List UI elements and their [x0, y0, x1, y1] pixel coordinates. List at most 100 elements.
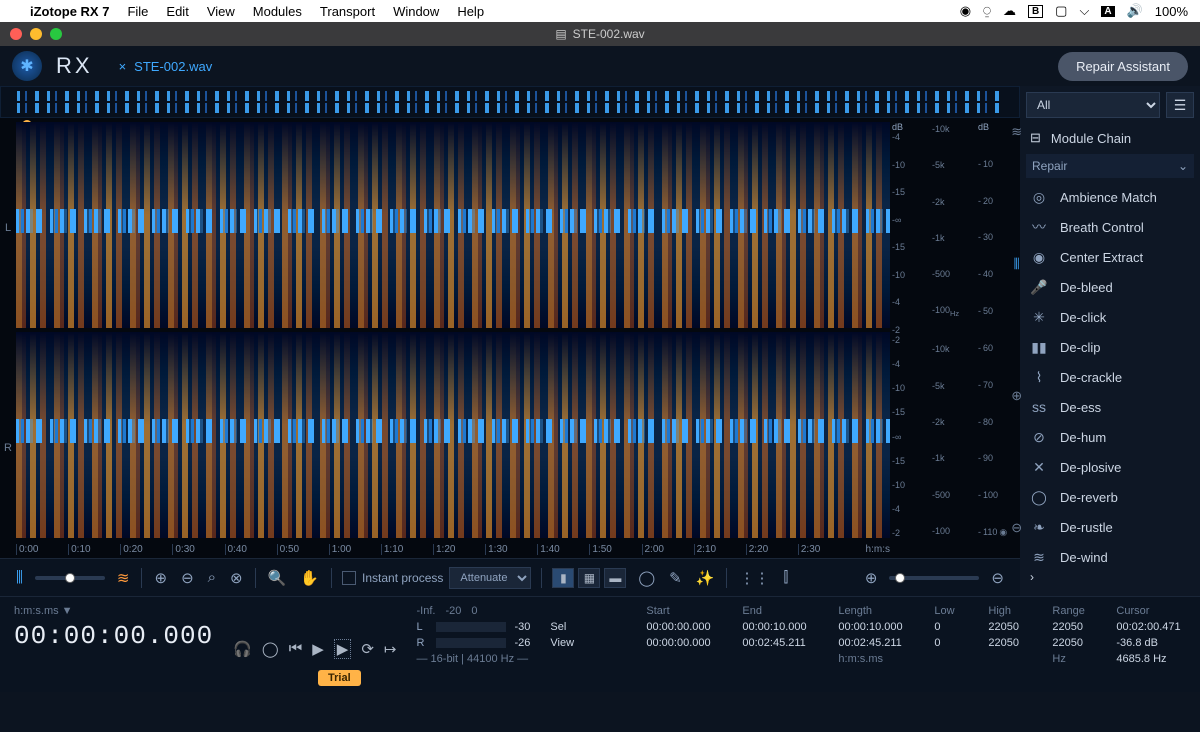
minimize-window-icon[interactable] — [30, 28, 42, 40]
time-ruler[interactable]: 0:000:100:200:300:400:501:001:101:201:30… — [16, 540, 890, 558]
spectrogram-channel-l[interactable] — [16, 122, 890, 328]
blend-slider[interactable] — [35, 576, 105, 580]
dereverb-icon: ◯ — [1030, 488, 1048, 506]
status-volume-icon: 🔊 — [1127, 3, 1143, 19]
sidebar-more[interactable]: › — [1026, 564, 1194, 590]
play-selection-icon[interactable]: ▶ — [334, 639, 352, 659]
macos-menubar: iZotope RX 7 File Edit View Modules Tran… — [0, 0, 1200, 22]
close-tab-icon[interactable]: × — [119, 59, 127, 74]
harmonics-icon[interactable]: ⫿ — [781, 567, 790, 588]
headphones-icon[interactable]: 🎧 — [233, 640, 252, 658]
spectrogram-view-icon[interactable]: ≋ — [115, 567, 132, 589]
instant-process-checkbox[interactable] — [342, 571, 356, 585]
overview-waveform[interactable] — [0, 86, 1020, 118]
status-cc-icon: ☁ — [1003, 3, 1016, 19]
module-center-extract[interactable]: ◉Center Extract — [1026, 242, 1194, 272]
module-de-crackle[interactable]: ⌇De-crackle — [1026, 362, 1194, 392]
module-de-ess[interactable]: ssDe-ess — [1026, 392, 1194, 422]
zoom-out-icon[interactable]: ⊖ — [179, 567, 196, 589]
time-select-icon[interactable]: ▮ — [552, 568, 574, 588]
format-info: — 16-bit | 44100 Hz — — [416, 653, 530, 665]
spectrogram-editor[interactable]: L R dB -4-10-15-∞-15-10-4-2 -2-4-10-15-∞… — [0, 118, 1020, 558]
db-scale: dB -4-10-15-∞-15-10-4-2 -2-4-10-15-∞-15-… — [890, 118, 930, 558]
record-icon[interactable]: ◯ — [262, 640, 279, 658]
trial-badge: Trial — [318, 670, 361, 686]
editor-toolbar: ⫼ ≋ ⊕ ⊖ ⌕ ⊗ 🔍 ✋ Instant process Attenuat… — [0, 558, 1020, 596]
module-ambience-match[interactable]: ◎Ambience Match — [1026, 182, 1194, 212]
module-de-rustle[interactable]: ❧De-rustle — [1026, 512, 1194, 542]
overview-channel-r — [17, 103, 1003, 113]
dewind-icon: ≋ — [1030, 548, 1048, 564]
module-chain-row[interactable]: ⊟ Module Chain — [1026, 124, 1194, 152]
maximize-window-icon[interactable] — [50, 28, 62, 40]
status-battery-pct: 100% — [1155, 4, 1188, 19]
module-group-header[interactable]: Repair ⌄ — [1026, 154, 1194, 178]
zoom-reset-icon[interactable]: ⊗ — [228, 567, 245, 589]
hzoom-in-icon[interactable]: ⊕ — [863, 567, 880, 589]
brush-tool-icon[interactable]: ✎ — [667, 567, 684, 589]
wand-tool-icon[interactable]: ✨ — [694, 567, 717, 589]
overview-channel-l — [17, 91, 1003, 101]
play-icon[interactable]: ▶ — [312, 640, 324, 658]
tf-select-icon[interactable]: ▦ — [578, 568, 600, 588]
menu-edit[interactable]: Edit — [166, 4, 188, 19]
status-wifi-icon: ⌵ — [1079, 3, 1089, 19]
module-de-click[interactable]: ✳De-click — [1026, 302, 1194, 332]
meter-waves-icon[interactable]: ≋ — [1011, 124, 1022, 140]
module-de-clip[interactable]: ▮▮De-clip — [1026, 332, 1194, 362]
decrackle-icon: ⌇ — [1030, 368, 1048, 386]
hzoom-out-icon[interactable]: ⊖ — [989, 567, 1006, 589]
module-de-plosive[interactable]: ✕De-plosive — [1026, 452, 1194, 482]
menu-window[interactable]: Window — [393, 4, 439, 19]
status-a-icon: A — [1101, 6, 1114, 17]
center-icon: ◉ — [1030, 248, 1048, 266]
menu-file[interactable]: File — [127, 4, 148, 19]
spectrogram-channel-r[interactable] — [16, 332, 890, 538]
meter-zoom-in-icon[interactable]: ⊕ — [1011, 388, 1022, 404]
menu-modules[interactable]: Modules — [253, 4, 302, 19]
module-list[interactable]: ◎Ambience Match 〰Breath Control ◉Center … — [1026, 182, 1194, 564]
file-tab[interactable]: × STE-002.wav — [107, 59, 225, 74]
meter-zoom-out-icon[interactable]: ⊖ — [1011, 520, 1022, 536]
loop-icon[interactable]: ⟳ — [361, 640, 374, 658]
zoom-selection-icon[interactable]: ⌕ — [206, 567, 218, 588]
menubar-app[interactable]: iZotope RX 7 — [30, 4, 109, 19]
chevron-down-icon: ⌄ — [1178, 159, 1188, 173]
search-icon[interactable]: 🔍 — [266, 567, 289, 589]
derustle-icon: ❧ — [1030, 518, 1048, 536]
module-de-bleed[interactable]: 🎤De-bleed — [1026, 272, 1194, 302]
channel-l-label: L — [0, 118, 16, 338]
file-icon: ▤ — [555, 27, 566, 41]
deess-icon: ss — [1030, 398, 1048, 416]
hzoom-slider[interactable] — [889, 576, 979, 580]
module-filter-select[interactable]: All — [1026, 92, 1160, 118]
channel-r-label: R — [0, 338, 16, 558]
status-b-icon: B — [1028, 5, 1043, 18]
module-de-wind[interactable]: ≋De-wind — [1026, 542, 1194, 564]
playhead-time: 00:00:00.000 — [14, 621, 213, 651]
link-channels-icon[interactable]: ⋮⋮ — [737, 567, 771, 589]
time-format-label[interactable]: h:m:s.ms ▼ — [14, 605, 213, 617]
brand: RX — [56, 53, 93, 79]
freq-select-icon[interactable]: ▬ — [604, 568, 626, 588]
hand-tool-icon[interactable]: ✋ — [298, 567, 321, 589]
meter-bars-icon[interactable]: ⫼ — [1014, 256, 1020, 272]
selection-info: SelView Start00:00:00.00000:00:00.000 En… — [550, 605, 1200, 684]
module-de-reverb[interactable]: ◯De-reverb — [1026, 482, 1194, 512]
close-window-icon[interactable] — [10, 28, 22, 40]
menu-view[interactable]: View — [207, 4, 235, 19]
traffic-lights[interactable] — [10, 28, 62, 40]
rewind-icon[interactable]: ⏮ — [289, 640, 303, 657]
process-mode-select[interactable]: Attenuate — [449, 567, 531, 589]
module-breath-control[interactable]: 〰Breath Control — [1026, 212, 1194, 242]
lasso-tool-icon[interactable]: ◯ — [636, 567, 657, 589]
menu-help[interactable]: Help — [457, 4, 484, 19]
waveform-view-icon[interactable]: ⫼ — [14, 567, 25, 588]
module-de-hum[interactable]: ⊘De-hum — [1026, 422, 1194, 452]
menu-transport[interactable]: Transport — [320, 4, 375, 19]
dehum-icon: ⊘ — [1030, 428, 1048, 446]
sidebar-list-icon[interactable]: ☰ — [1166, 92, 1194, 118]
repair-assistant-button[interactable]: Repair Assistant — [1058, 52, 1188, 81]
follow-icon[interactable]: ↦ — [384, 640, 397, 658]
zoom-in-icon[interactable]: ⊕ — [152, 567, 169, 589]
